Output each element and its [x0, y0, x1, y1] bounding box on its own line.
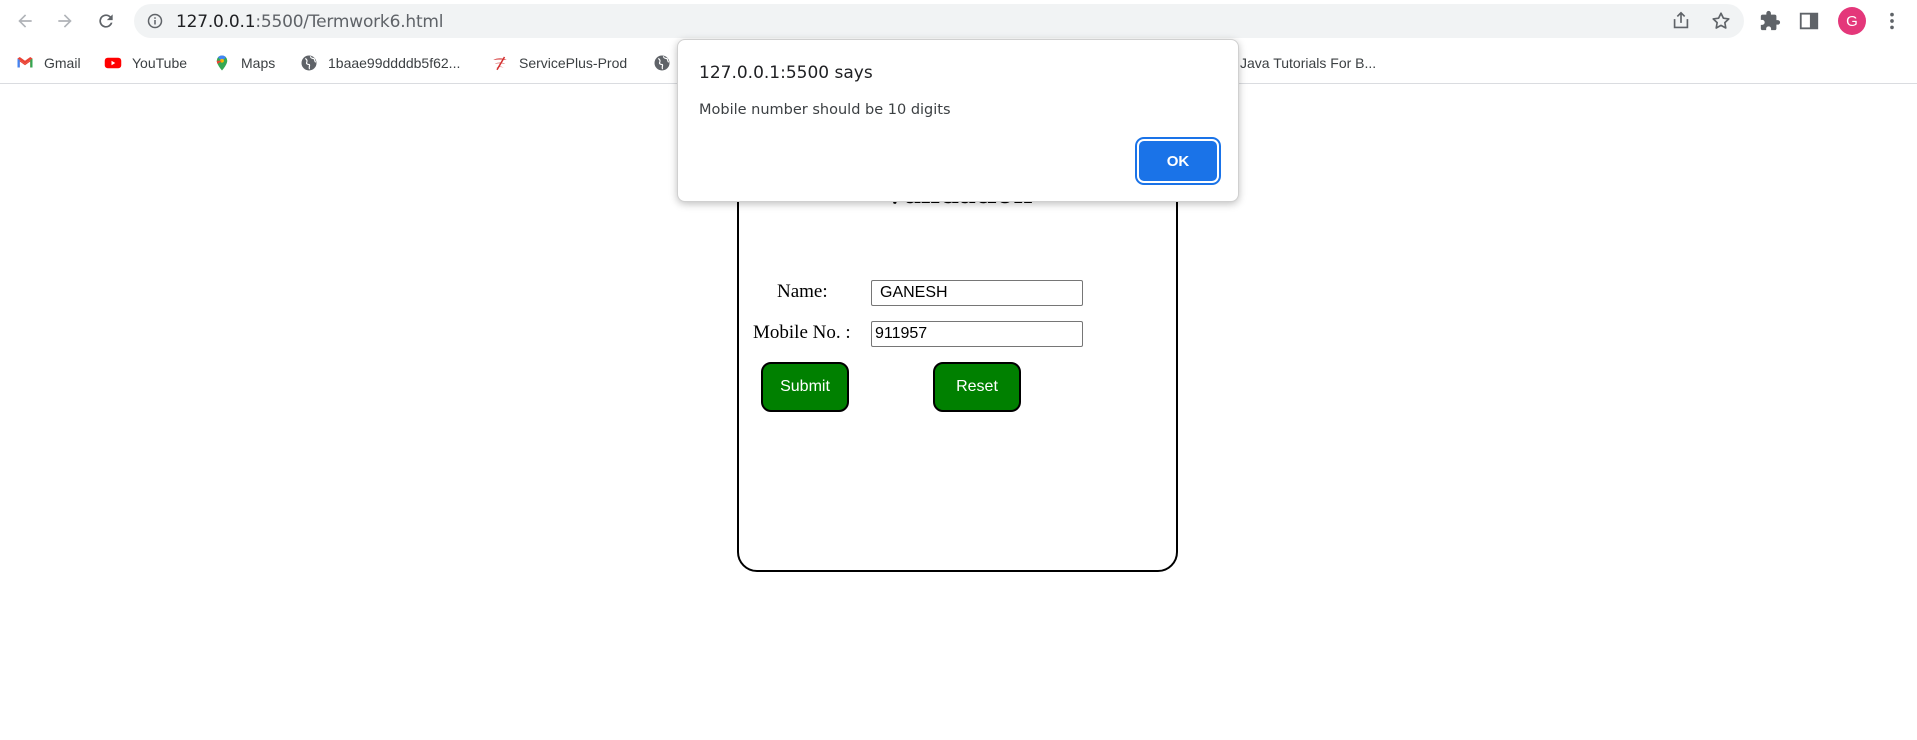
globe-icon [299, 53, 319, 73]
share-icon[interactable] [1670, 10, 1692, 32]
browser-toolbar: 127.0.0.1:5500/Termwork6.html G [0, 0, 1917, 42]
bookmark-youtube[interactable]: YouTube [103, 51, 187, 75]
reset-button[interactable]: Reset [933, 362, 1021, 412]
serviceplus-icon [490, 53, 510, 73]
bookmark-maps[interactable]: Maps [212, 51, 275, 75]
site-info-icon[interactable] [147, 13, 163, 29]
alert-title: 127.0.0.1:5500 says [699, 63, 873, 83]
reload-icon [99, 14, 113, 28]
more-menu-icon[interactable] [1880, 9, 1904, 33]
bookmark-1baae[interactable]: 1baae99ddddb5f62... [299, 51, 460, 75]
side-panel-icon[interactable] [1797, 9, 1821, 33]
back-button[interactable] [10, 6, 40, 36]
address-bar[interactable]: 127.0.0.1:5500/Termwork6.html [134, 4, 1744, 38]
profile-avatar[interactable]: G [1838, 7, 1866, 35]
arrow-left-icon [18, 14, 32, 28]
arrow-right-icon [58, 14, 72, 28]
validation-form-card: Validation Name: Mobile No. : Submit Res… [737, 150, 1178, 572]
reload-button[interactable] [91, 6, 121, 36]
youtube-icon [103, 53, 123, 73]
alert-message: Mobile number should be 10 digits [699, 102, 951, 118]
name-input[interactable] [871, 280, 1083, 306]
bookmark-java-tutorials[interactable]: Java Tutorials For B... [1240, 51, 1376, 75]
extensions-icon[interactable] [1758, 9, 1782, 33]
mobile-input[interactable] [871, 321, 1083, 347]
mobile-label: Mobile No. : [753, 322, 851, 343]
submit-button[interactable]: Submit [761, 362, 849, 412]
bookmark-gmail[interactable]: Gmail [15, 51, 81, 75]
bookmark-serviceplus[interactable]: ServicePlus-Prod [490, 51, 627, 75]
name-label: Name: [777, 281, 828, 302]
bookmark-star-icon[interactable] [1710, 10, 1732, 32]
url-text: 127.0.0.1:5500/Termwork6.html [176, 12, 444, 32]
ok-button[interactable]: OK [1139, 141, 1217, 181]
maps-icon [212, 53, 232, 73]
forward-button[interactable] [50, 6, 80, 36]
alert-dialog: 127.0.0.1:5500 says Mobile number should… [677, 39, 1239, 202]
gmail-icon [15, 53, 35, 73]
globe-icon [652, 53, 672, 73]
